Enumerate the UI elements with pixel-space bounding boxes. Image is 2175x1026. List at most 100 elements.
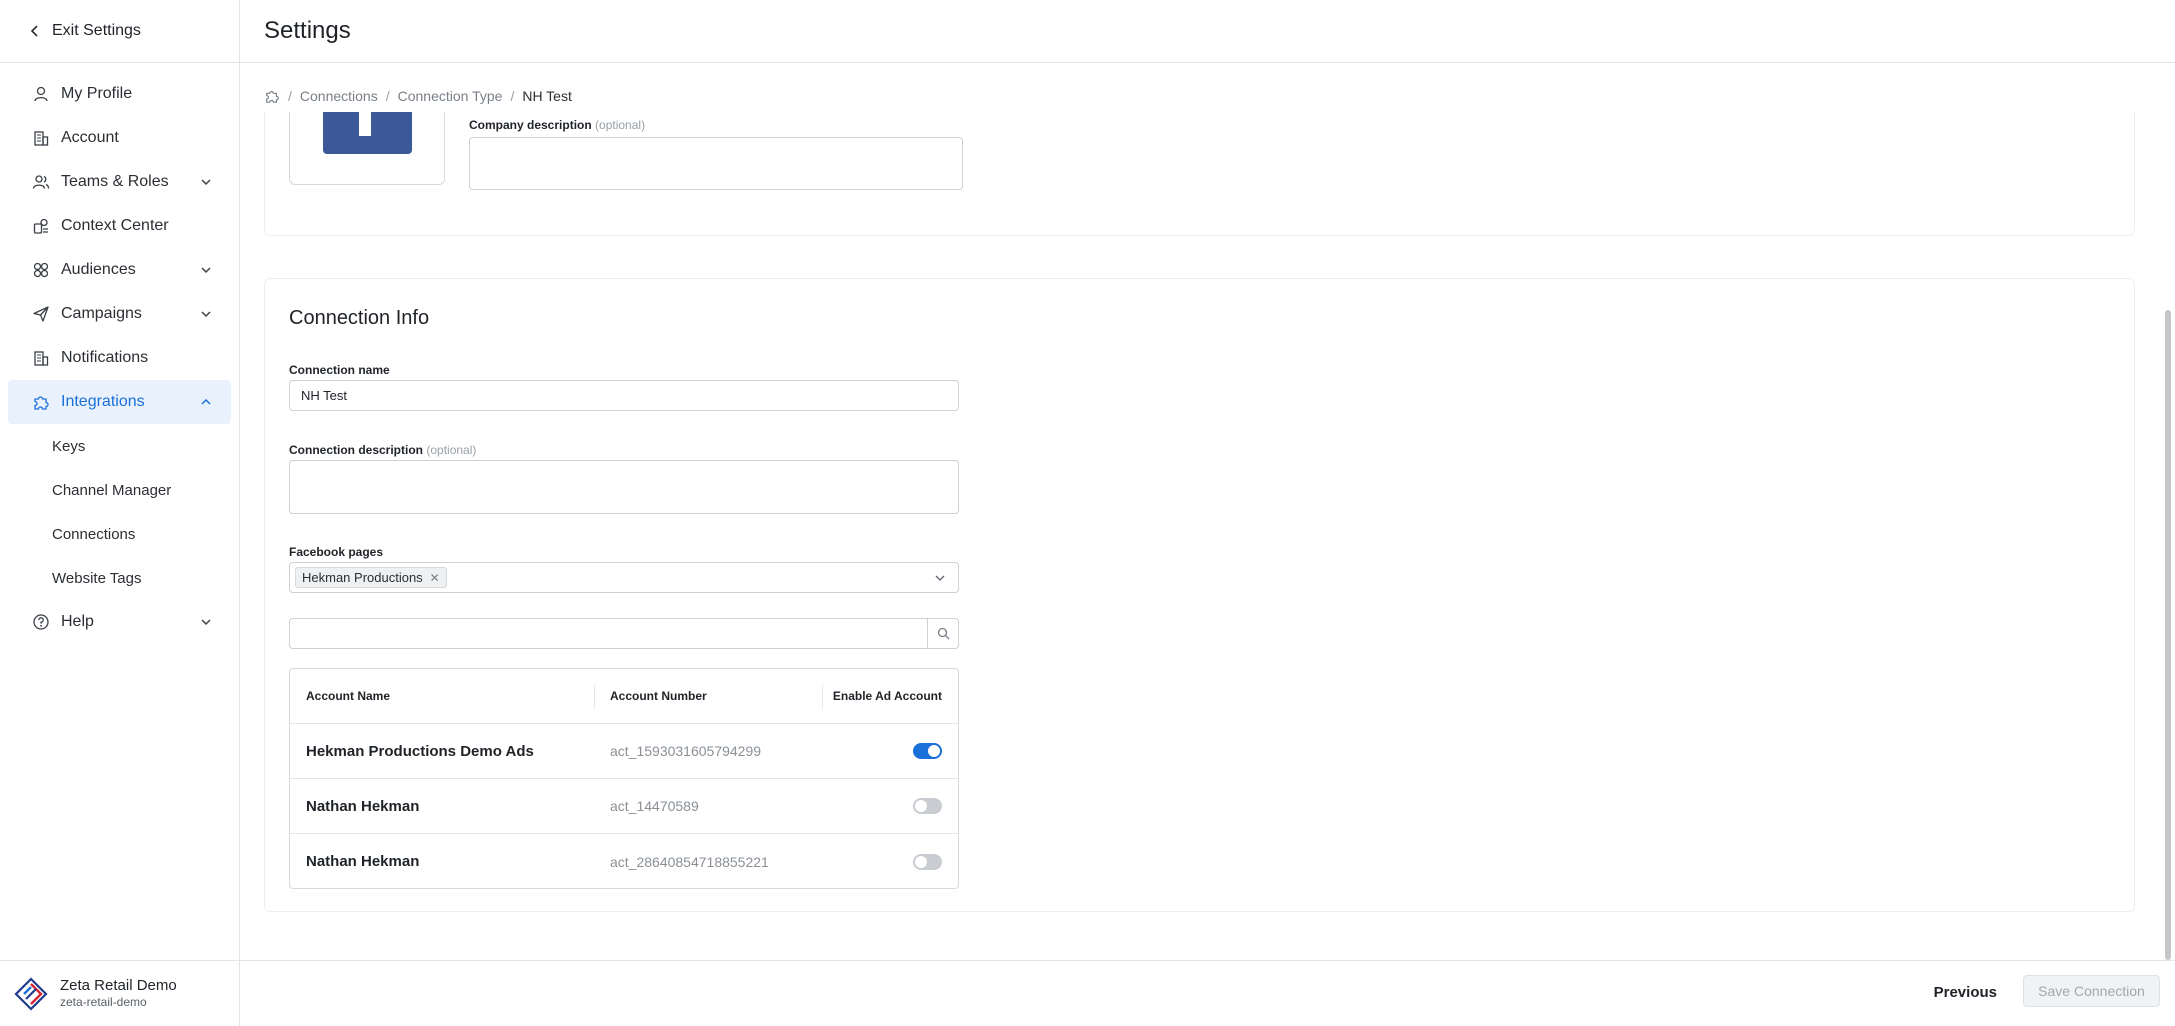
sidebar-item-context-center[interactable]: Context Center <box>8 204 231 248</box>
org-name: Zeta Retail Demo <box>60 977 177 994</box>
team-icon <box>32 173 50 191</box>
column-header-account-number: Account Number <box>610 689 707 703</box>
connection-description-field[interactable] <box>289 460 959 514</box>
column-header-account-name: Account Name <box>306 689 391 703</box>
settings-nav: My Profile Account Teams & Roles Context… <box>0 63 239 644</box>
facebook-pages-label: Facebook pages <box>289 545 384 559</box>
enable-ad-account-toggle[interactable] <box>913 798 942 814</box>
optional-hint: (optional) <box>595 118 646 132</box>
zeta-logo-icon <box>14 976 48 1011</box>
sidebar-item-label: Help <box>61 613 94 630</box>
user-icon <box>32 85 50 103</box>
company-description-label-text: Company description <box>469 118 592 132</box>
account-search <box>289 618 959 649</box>
header: Settings <box>240 0 2175 63</box>
breadcrumb-connections-link[interactable]: Connections <box>300 88 378 104</box>
vertical-scrollbar[interactable] <box>2165 310 2171 960</box>
sidebar-item-label: My Profile <box>61 85 133 102</box>
sidebar-item-label: Audiences <box>61 261 136 278</box>
puzzle-icon <box>32 393 50 411</box>
toggle-knob <box>915 855 927 868</box>
account-number: act_14470589 <box>610 798 699 814</box>
chevron-left-icon <box>30 25 38 37</box>
ad-accounts-table: Account Name Account Number Enable Ad Ac… <box>289 668 959 889</box>
optional-hint: (optional) <box>426 443 477 457</box>
sidebar-item-teams-roles[interactable]: Teams & Roles <box>8 160 231 204</box>
selected-page-chip: Hekman Productions ✕ <box>295 567 447 588</box>
sidebar-item-account[interactable]: Account <box>8 116 231 160</box>
sidebar-item-integrations[interactable]: Integrations <box>8 380 231 424</box>
sidebar-item-audiences[interactable]: Audiences <box>8 248 231 292</box>
toggle-knob <box>915 800 927 812</box>
puzzle-icon[interactable] <box>264 88 280 104</box>
sidebar-item-label: Notifications <box>61 349 149 366</box>
sidebar-subitem-connections[interactable]: Connections <box>0 512 239 556</box>
sidebar-item-campaigns[interactable]: Campaigns <box>8 292 231 336</box>
sidebar-item-label: Campaigns <box>61 305 142 322</box>
footer-actions: Previous Save Connection <box>240 960 2175 1026</box>
facebook-pages-select[interactable]: Hekman Productions ✕ <box>289 562 959 593</box>
column-divider <box>594 685 595 709</box>
breadcrumb-connection-type-link[interactable]: Connection Type <box>398 88 503 104</box>
exit-settings-button[interactable]: Exit Settings <box>0 0 239 63</box>
page-title: Settings <box>264 17 351 44</box>
connection-name-field[interactable]: NH Test <box>289 380 959 411</box>
table-row: Hekman Productions Demo Ads act_15930316… <box>290 724 958 779</box>
breadcrumb: / Connections / Connection Type / NH Tes… <box>264 88 572 104</box>
account-search-input[interactable] <box>290 619 927 648</box>
chevron-down-icon <box>201 179 211 186</box>
settings-sidebar: Exit Settings My Profile Account Teams &… <box>0 0 240 1026</box>
company-logo-box[interactable] <box>289 112 445 185</box>
company-description-label: Company description (optional) <box>469 118 645 132</box>
sidebar-item-label: Account <box>61 129 119 146</box>
connection-description-label-text: Connection description <box>289 443 424 457</box>
building-icon <box>32 129 50 147</box>
org-switcher[interactable]: Zeta Retail Demo zeta-retail-demo <box>0 960 240 1026</box>
column-divider <box>822 685 823 709</box>
main-content: Settings / Connections / Connection Type… <box>240 0 2175 1026</box>
chevron-down-icon[interactable] <box>934 572 946 584</box>
sidebar-subitem-keys[interactable]: Keys <box>0 424 239 468</box>
table-row: Nathan Hekman act_28640854718855221 <box>290 834 958 888</box>
selected-page-label: Hekman Productions <box>302 570 423 585</box>
sidebar-item-label: Teams & Roles <box>61 173 169 190</box>
search-icon <box>937 627 949 640</box>
previous-button[interactable]: Previous <box>1934 984 1997 1001</box>
account-name: Nathan Hekman <box>306 853 420 870</box>
chip-remove-icon[interactable]: ✕ <box>430 571 440 585</box>
sidebar-item-notifications[interactable]: Notifications <box>8 336 231 380</box>
account-number: act_1593031605794299 <box>610 743 762 759</box>
table-row: Nathan Hekman act_14470589 <box>290 779 958 834</box>
send-icon <box>32 305 50 323</box>
sidebar-item-label: Integrations <box>61 393 145 410</box>
building-icon <box>32 349 50 367</box>
save-connection-button[interactable]: Save Connection <box>2023 975 2160 1007</box>
audiences-icon <box>32 261 50 279</box>
sidebar-item-help[interactable]: Help <box>8 600 231 644</box>
account-name: Hekman Productions Demo Ads <box>306 742 534 760</box>
sidebar-subitem-channel-manager[interactable]: Channel Manager <box>0 468 239 512</box>
company-card: Company description (optional) <box>264 112 2135 236</box>
chevron-down-icon <box>201 267 211 274</box>
toggle-knob <box>928 745 940 757</box>
enable-ad-account-toggle[interactable] <box>913 853 942 870</box>
settings-scroll-area[interactable]: Company description (optional) Connectio… <box>240 112 2175 960</box>
search-button[interactable] <box>927 619 958 648</box>
enable-ad-account-toggle[interactable] <box>913 743 942 759</box>
company-description-field[interactable] <box>469 137 963 190</box>
breadcrumb-current: NH Test <box>522 88 572 104</box>
sidebar-item-label: Context Center <box>61 217 169 234</box>
connection-description-label: Connection description (optional) <box>289 443 476 457</box>
sidebar-item-my-profile[interactable]: My Profile <box>8 72 231 116</box>
context-icon <box>32 217 50 235</box>
sidebar-subitem-website-tags[interactable]: Website Tags <box>0 556 239 600</box>
column-header-enable-ad-account: Enable Ad Account <box>832 689 942 703</box>
breadcrumb-separator: / <box>510 88 515 104</box>
connection-info-card: Connection Info Connection name NH Test … <box>264 278 2135 912</box>
facebook-logo-f <box>359 112 371 136</box>
chevron-down-icon <box>201 619 211 626</box>
breadcrumb-separator: / <box>288 88 292 104</box>
account-name: Nathan Hekman <box>306 797 420 815</box>
connection-info-heading: Connection Info <box>289 307 430 329</box>
org-slug: zeta-retail-demo <box>60 995 147 1009</box>
